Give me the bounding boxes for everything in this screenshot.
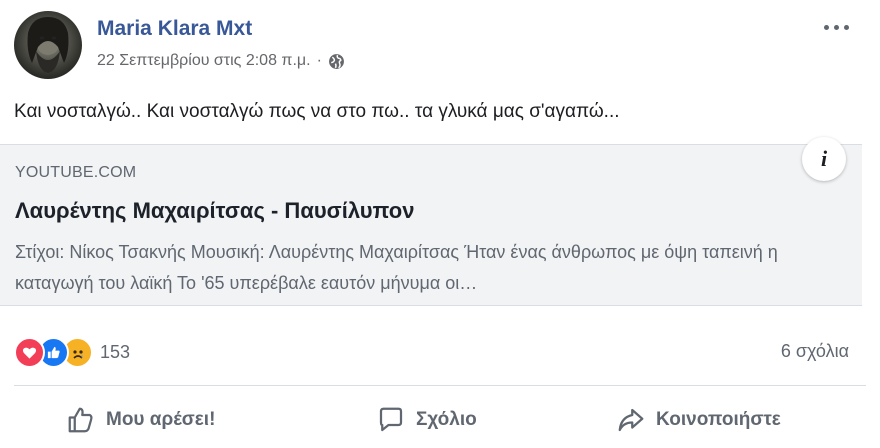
info-icon[interactable]: i <box>802 137 846 181</box>
love-icon <box>14 337 45 368</box>
link-preview-card[interactable]: YOUTUBE.COM Λαυρέντης Μαχαιρίτσας - Παυσ… <box>0 137 862 306</box>
link-title[interactable]: Λαυρέντης Μαχαιρίτσας - Παυσίλυπον <box>15 198 414 224</box>
meta-separator: · <box>316 52 322 69</box>
share-label: Κοινοποιήστε <box>656 409 781 430</box>
author-name[interactable]: Maria Klara Mxt <box>97 17 252 41</box>
link-domain: YOUTUBE.COM <box>15 164 137 181</box>
facebook-post: Maria Klara Mxt 22 Σεπτεμβρίου στις 2:08… <box>0 0 880 448</box>
comment-button[interactable]: Σχόλιο <box>376 400 477 440</box>
action-bar: Μου αρέσει! Σχόλιο Κοινοποιήστε <box>0 400 880 440</box>
post-timestamp[interactable]: 22 Σεπτεμβρίου στις 2:08 π.μ. <box>97 52 311 70</box>
reaction-count[interactable]: 153 <box>100 342 130 363</box>
comments-count[interactable]: 6 σχόλια <box>781 341 849 362</box>
avatar-portrait-image <box>27 17 69 73</box>
avatar[interactable] <box>14 11 82 79</box>
like-label: Μου αρέσει! <box>106 409 216 430</box>
comment-icon <box>379 407 403 432</box>
comment-label: Σχόλιο <box>416 409 477 430</box>
more-options-icon[interactable] <box>824 22 854 34</box>
post-text: Και νοσταλγώ.. Και νοσταλγώ πως να στο π… <box>14 101 620 122</box>
like-button[interactable]: Μου αρέσει! <box>66 400 215 440</box>
thumbs-up-icon <box>68 407 93 433</box>
share-button[interactable]: Κοινοποιήστε <box>616 400 781 440</box>
link-description: Στίχοι: Νίκος Τσακνής Μουσική: Λαυρέντης… <box>15 242 778 293</box>
share-icon <box>618 408 644 432</box>
globe-icon <box>328 53 344 69</box>
divider <box>14 385 866 386</box>
reactions-summary[interactable]: 153 <box>14 337 130 368</box>
post-meta: 22 Σεπτεμβρίου στις 2:08 π.μ. · <box>97 52 345 70</box>
